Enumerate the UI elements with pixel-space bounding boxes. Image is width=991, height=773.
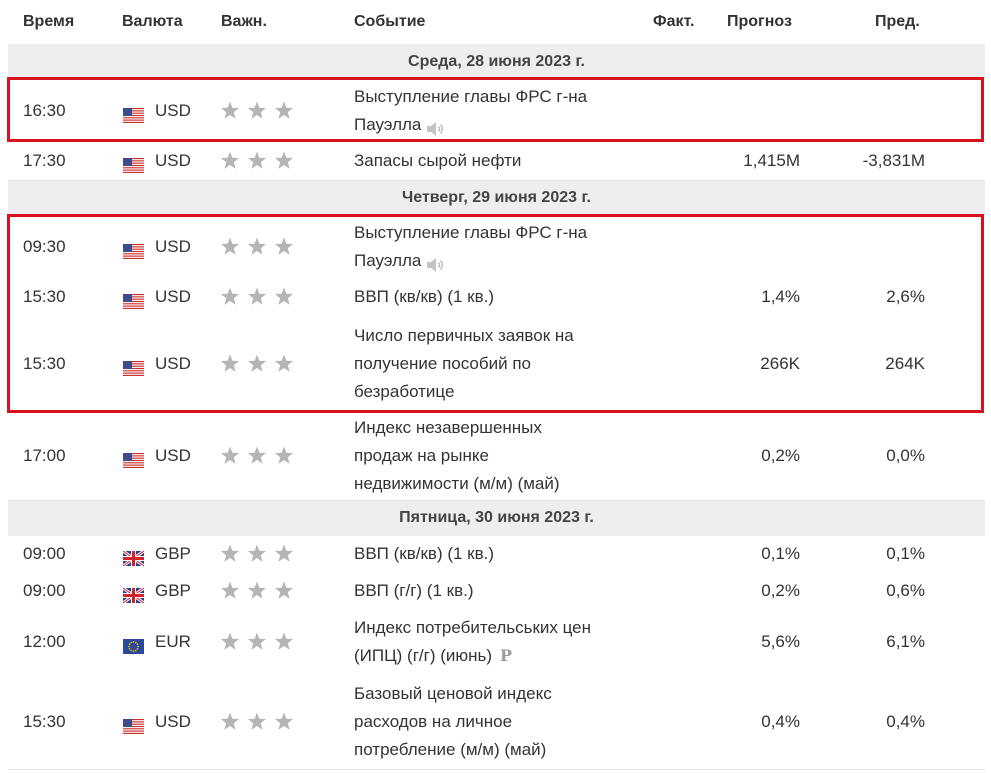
event-name-line: Индекс потребительських цен	[354, 618, 592, 637]
header-event[interactable]: Событие	[354, 13, 425, 31]
event-time: 15:30	[23, 711, 66, 731]
event-row[interactable]: 17:00 USD Индекс незавершенных продаж на ры…	[8, 411, 985, 501]
forecast-value: 0,2%	[761, 581, 800, 600]
preliminary-mark-icon: P	[500, 646, 513, 665]
uk-flag-icon	[122, 584, 145, 605]
currency-code: USD	[155, 151, 191, 170]
event-name-line: Индекс незавершенных	[354, 417, 542, 437]
event-name-line: (ИПЦ) (г/г) (июнь)	[354, 646, 493, 665]
event-time: 09:00	[23, 544, 66, 563]
event-name-line: Базовый ценовой индекс	[354, 683, 552, 703]
us-flag-icon	[123, 154, 144, 173]
event-name[interactable]: Индекс потребительських цен (ИПЦ) (г/г) (…	[354, 614, 624, 670]
event-name[interactable]: ВВП (г/г) (1 кв.)	[354, 577, 624, 605]
event-name-line: ВВП (кв/кв) (1 кв.)	[354, 544, 495, 563]
event-name-line: потребление (м/м) (май)	[354, 739, 547, 759]
event-name-line: недвижимости (м/м) (май)	[354, 473, 560, 493]
currency-code: USD	[155, 711, 191, 731]
currency-code: EUR	[155, 632, 191, 651]
previous-value: 0,0%	[886, 445, 925, 465]
event-name-line: Запасы сырой нефти	[354, 151, 522, 170]
previous-value: 0,1%	[886, 544, 925, 563]
us-flag-icon	[123, 449, 144, 468]
day-header-wednesday: Среда, 28 июня 2023 г.	[8, 44, 985, 81]
importance-stars-icon	[220, 580, 300, 602]
day-header-thursday: Четверг, 29 июня 2023 г.	[8, 180, 985, 217]
forecast-value: 1,415M	[743, 151, 800, 170]
eu-flag-icon	[123, 635, 144, 654]
event-row[interactable]: 17:30 USD Запасы сырой нефти 1,415M -3,831M	[8, 142, 985, 181]
currency-code: GBP	[155, 544, 191, 563]
event-name[interactable]: ВВП (кв/кв) (1 кв.)	[354, 540, 624, 568]
event-name-line: ВВП (г/г) (1 кв.)	[354, 581, 474, 600]
importance-stars-icon	[220, 150, 300, 172]
importance-stars-icon	[220, 631, 300, 653]
event-row[interactable]: 15:30 USD Базовый ценовой индекс расходов н…	[8, 674, 985, 770]
forecast-value: 0,4%	[761, 711, 800, 731]
currency-code: USD	[155, 445, 191, 465]
highlight-box-thursday-events	[7, 214, 984, 413]
forecast-value: 0,1%	[761, 544, 800, 563]
header-actual[interactable]: Факт.	[653, 13, 694, 31]
us-flag-icon	[123, 715, 144, 734]
event-name[interactable]: Запасы сырой нефти	[354, 147, 624, 175]
previous-value: 6,1%	[886, 632, 925, 651]
forecast-value: 0,2%	[761, 445, 800, 465]
highlight-box-powell-speech	[7, 77, 984, 142]
previous-value: 0,6%	[886, 581, 925, 600]
event-time: 09:00	[23, 581, 66, 600]
event-row[interactable]: 12:00 EUR Индекс потребительських цен (ИПЦ)…	[8, 610, 985, 675]
header-currency[interactable]: Валюта	[122, 13, 183, 31]
event-name[interactable]: Индекс незавершенных продаж на рынке недви…	[354, 414, 624, 498]
uk-flag-icon	[122, 547, 145, 568]
header-forecast[interactable]: Прогноз	[727, 13, 792, 31]
event-time: 17:30	[23, 151, 66, 170]
previous-value: 0,4%	[886, 711, 925, 731]
previous-value: -3,831M	[862, 151, 925, 170]
header-time[interactable]: Время	[23, 13, 74, 31]
forecast-value: 5,6%	[761, 632, 800, 651]
importance-stars-icon	[220, 543, 300, 565]
header-previous[interactable]: Пред.	[875, 13, 920, 31]
event-name-line: продаж на рынке	[354, 445, 489, 465]
header-importance[interactable]: Важн.	[221, 13, 267, 31]
event-name-line: расходов на личное	[354, 711, 513, 731]
event-name[interactable]: Базовый ценовой индекс расходов на личное…	[354, 680, 624, 764]
currency-code: GBP	[155, 581, 191, 600]
event-time: 17:00	[23, 445, 66, 465]
day-header-friday: Пятница, 30 июня 2023 г.	[8, 500, 985, 537]
event-row[interactable]: 09:00 GBP ВВП (г/г) (1 кв.) 0,2% 0,6%	[8, 572, 985, 611]
event-time: 12:00	[23, 632, 66, 651]
importance-stars-icon	[220, 711, 300, 733]
importance-stars-icon	[220, 445, 300, 467]
table-header: Время Валюта Важн. Событие Факт. Прогноз…	[8, 0, 985, 45]
event-row[interactable]: 09:00 GBP ВВП (кв/кв) (1 кв.) 0,1% 0,1%	[8, 536, 985, 573]
